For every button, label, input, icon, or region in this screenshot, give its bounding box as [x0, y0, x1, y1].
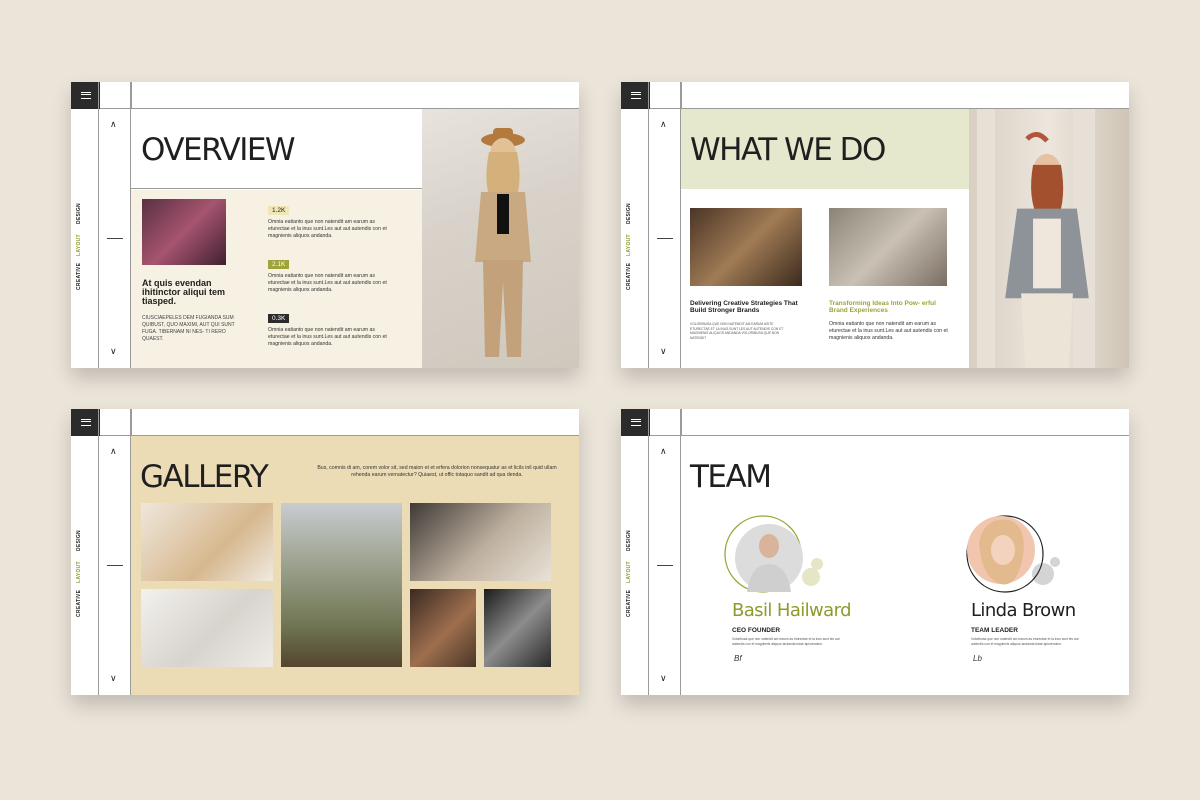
top-rule: [100, 435, 579, 436]
stat-item: 1.2K Omnia eatianto que non natendit am …: [268, 199, 388, 240]
hamburger-icon: [630, 419, 641, 426]
member-avatar-basil: [724, 515, 823, 593]
member-bio: Voloribusa que non natendit am earum as …: [732, 637, 840, 646]
side-rule: [648, 82, 649, 368]
member-bio: Voloribusa que non natendit am earum as …: [971, 637, 1079, 646]
nav-creative[interactable]: CREATIVE: [76, 230, 82, 290]
overview-heading: At quis evendan ihitinctor aliqui tem ti…: [142, 278, 226, 306]
flower-portrait-photo: [142, 199, 226, 265]
member-name: Linda Brown: [971, 600, 1076, 621]
hamburger-icon: [80, 92, 91, 99]
top-rule: [650, 435, 1129, 436]
chevron-up-icon[interactable]: ∧: [110, 120, 117, 129]
chevron-down-icon[interactable]: ∨: [110, 674, 117, 683]
member-signature: Lb: [973, 654, 982, 663]
outdoor-model-photo: [829, 208, 947, 286]
page-title: OVERVIEW: [141, 132, 296, 168]
top-tick: [681, 82, 682, 109]
gallery-photo-white-coat[interactable]: [141, 589, 273, 667]
page-title: WHAT WE DO: [690, 132, 886, 168]
chevron-up-icon[interactable]: ∧: [660, 120, 667, 129]
service-paragraph: Omnia eatianto que non natendit am earum…: [829, 321, 948, 341]
model-photo-hat: [422, 109, 579, 368]
model-figure: [1005, 131, 1089, 368]
stat-badge: 1.2K: [268, 206, 290, 215]
stat-badge: 0.3K: [268, 314, 290, 323]
side-rule-inner: [130, 409, 131, 695]
stat-text: Omnia eatianto que non natendit am earum…: [268, 219, 387, 239]
top-tick: [131, 409, 132, 436]
nav-creative[interactable]: CREATIVE: [626, 230, 632, 290]
stat-text: Omnia eatianto que non natendit am earum…: [268, 273, 387, 293]
slide-team[interactable]: ∧ ∨ DESIGN LAYOUT CREATIVE TEAM Basil Ha…: [621, 409, 1129, 695]
member-role: TEAM LEADER: [971, 627, 1018, 634]
menu-button[interactable]: [71, 409, 100, 436]
menu-button[interactable]: [621, 82, 650, 109]
slide-overview[interactable]: ∧ ∨ DESIGN LAYOUT CREATIVE OVERVIEW At q…: [71, 82, 579, 368]
hamburger-icon: [80, 419, 91, 426]
model-photo-columns: [969, 109, 1129, 368]
gallery-photo-book[interactable]: [141, 503, 273, 581]
slide-what-we-do[interactable]: ∧ ∨ DESIGN LAYOUT CREATIVE WHAT WE DO De…: [621, 82, 1129, 368]
stat-item: 2.1K Omnia eatianto que non natendit am …: [268, 253, 388, 294]
menu-button[interactable]: [621, 409, 650, 436]
slide-gallery[interactable]: ∧ ∨ DESIGN LAYOUT CREATIVE GALLERY Bus, …: [71, 409, 579, 695]
member-signature: Bf: [734, 654, 742, 663]
member-name: Basil Hailward: [732, 600, 852, 621]
side-nav: DESIGN LAYOUT CREATIVE: [626, 519, 642, 619]
side-rule-inner: [680, 409, 681, 695]
member-avatar-linda: [966, 515, 1060, 593]
side-rule: [648, 409, 649, 695]
gallery-photo-laptop[interactable]: [410, 503, 551, 581]
gallery-photo-bw-portrait[interactable]: [484, 589, 551, 667]
stat-badge: 2.1K: [268, 260, 290, 269]
side-nav: DESIGN LAYOUT CREATIVE: [76, 192, 92, 292]
side-nav: DESIGN LAYOUT CREATIVE: [76, 519, 92, 619]
top-tick: [131, 82, 132, 109]
gallery-photo-field[interactable]: [281, 503, 402, 667]
model-figure: [475, 128, 531, 357]
menu-button[interactable]: [71, 82, 100, 109]
chevron-down-icon[interactable]: ∨: [660, 347, 667, 356]
member-role: CEO FOUNDER: [732, 627, 781, 634]
page-title: TEAM: [690, 459, 772, 495]
stat-item: 0.3K Omnia eatianto que non natendit am …: [268, 307, 388, 348]
chevron-up-icon[interactable]: ∧: [110, 447, 117, 456]
side-dash: [107, 238, 123, 239]
chevron-down-icon[interactable]: ∨: [660, 674, 667, 683]
top-rule: [650, 108, 1129, 109]
seated-model-photo: [690, 208, 802, 286]
side-rule: [98, 409, 99, 695]
hamburger-icon: [630, 92, 641, 99]
side-dash: [657, 238, 673, 239]
chevron-up-icon[interactable]: ∧: [660, 447, 667, 456]
side-rule-inner: [130, 82, 131, 368]
page-title: GALLERY: [140, 459, 269, 495]
side-nav: DESIGN LAYOUT CREATIVE: [626, 192, 642, 292]
top-tick: [681, 409, 682, 436]
gallery-photo-guitar[interactable]: [410, 589, 476, 667]
column: [977, 109, 995, 368]
title-divider: [131, 188, 422, 189]
overview-caps-text: CIUSCIAEPELES DEM FUGIANDA SUM QUIBUST, …: [142, 315, 235, 342]
top-rule: [100, 108, 579, 109]
side-dash: [107, 565, 123, 566]
service-heading-1: Delivering Creative Strategies That Buil…: [690, 300, 798, 314]
side-rule: [98, 82, 99, 368]
service-tiny-text: VOLORIBUSA QUE NON NATENDIT AM EARUM ASI…: [690, 322, 784, 340]
gallery-paragraph: Bus, comnis di am, corem volor sit, sed …: [317, 465, 557, 478]
side-dash: [657, 565, 673, 566]
side-rule-inner: [680, 82, 681, 368]
nav-creative[interactable]: CREATIVE: [626, 557, 632, 617]
chevron-down-icon[interactable]: ∨: [110, 347, 117, 356]
service-heading-2: Transforming Ideas Into Pow- erful Brand…: [829, 300, 936, 314]
nav-creative[interactable]: CREATIVE: [76, 557, 82, 617]
stat-text: Omnia eatianto que non natendit am earum…: [268, 327, 387, 347]
